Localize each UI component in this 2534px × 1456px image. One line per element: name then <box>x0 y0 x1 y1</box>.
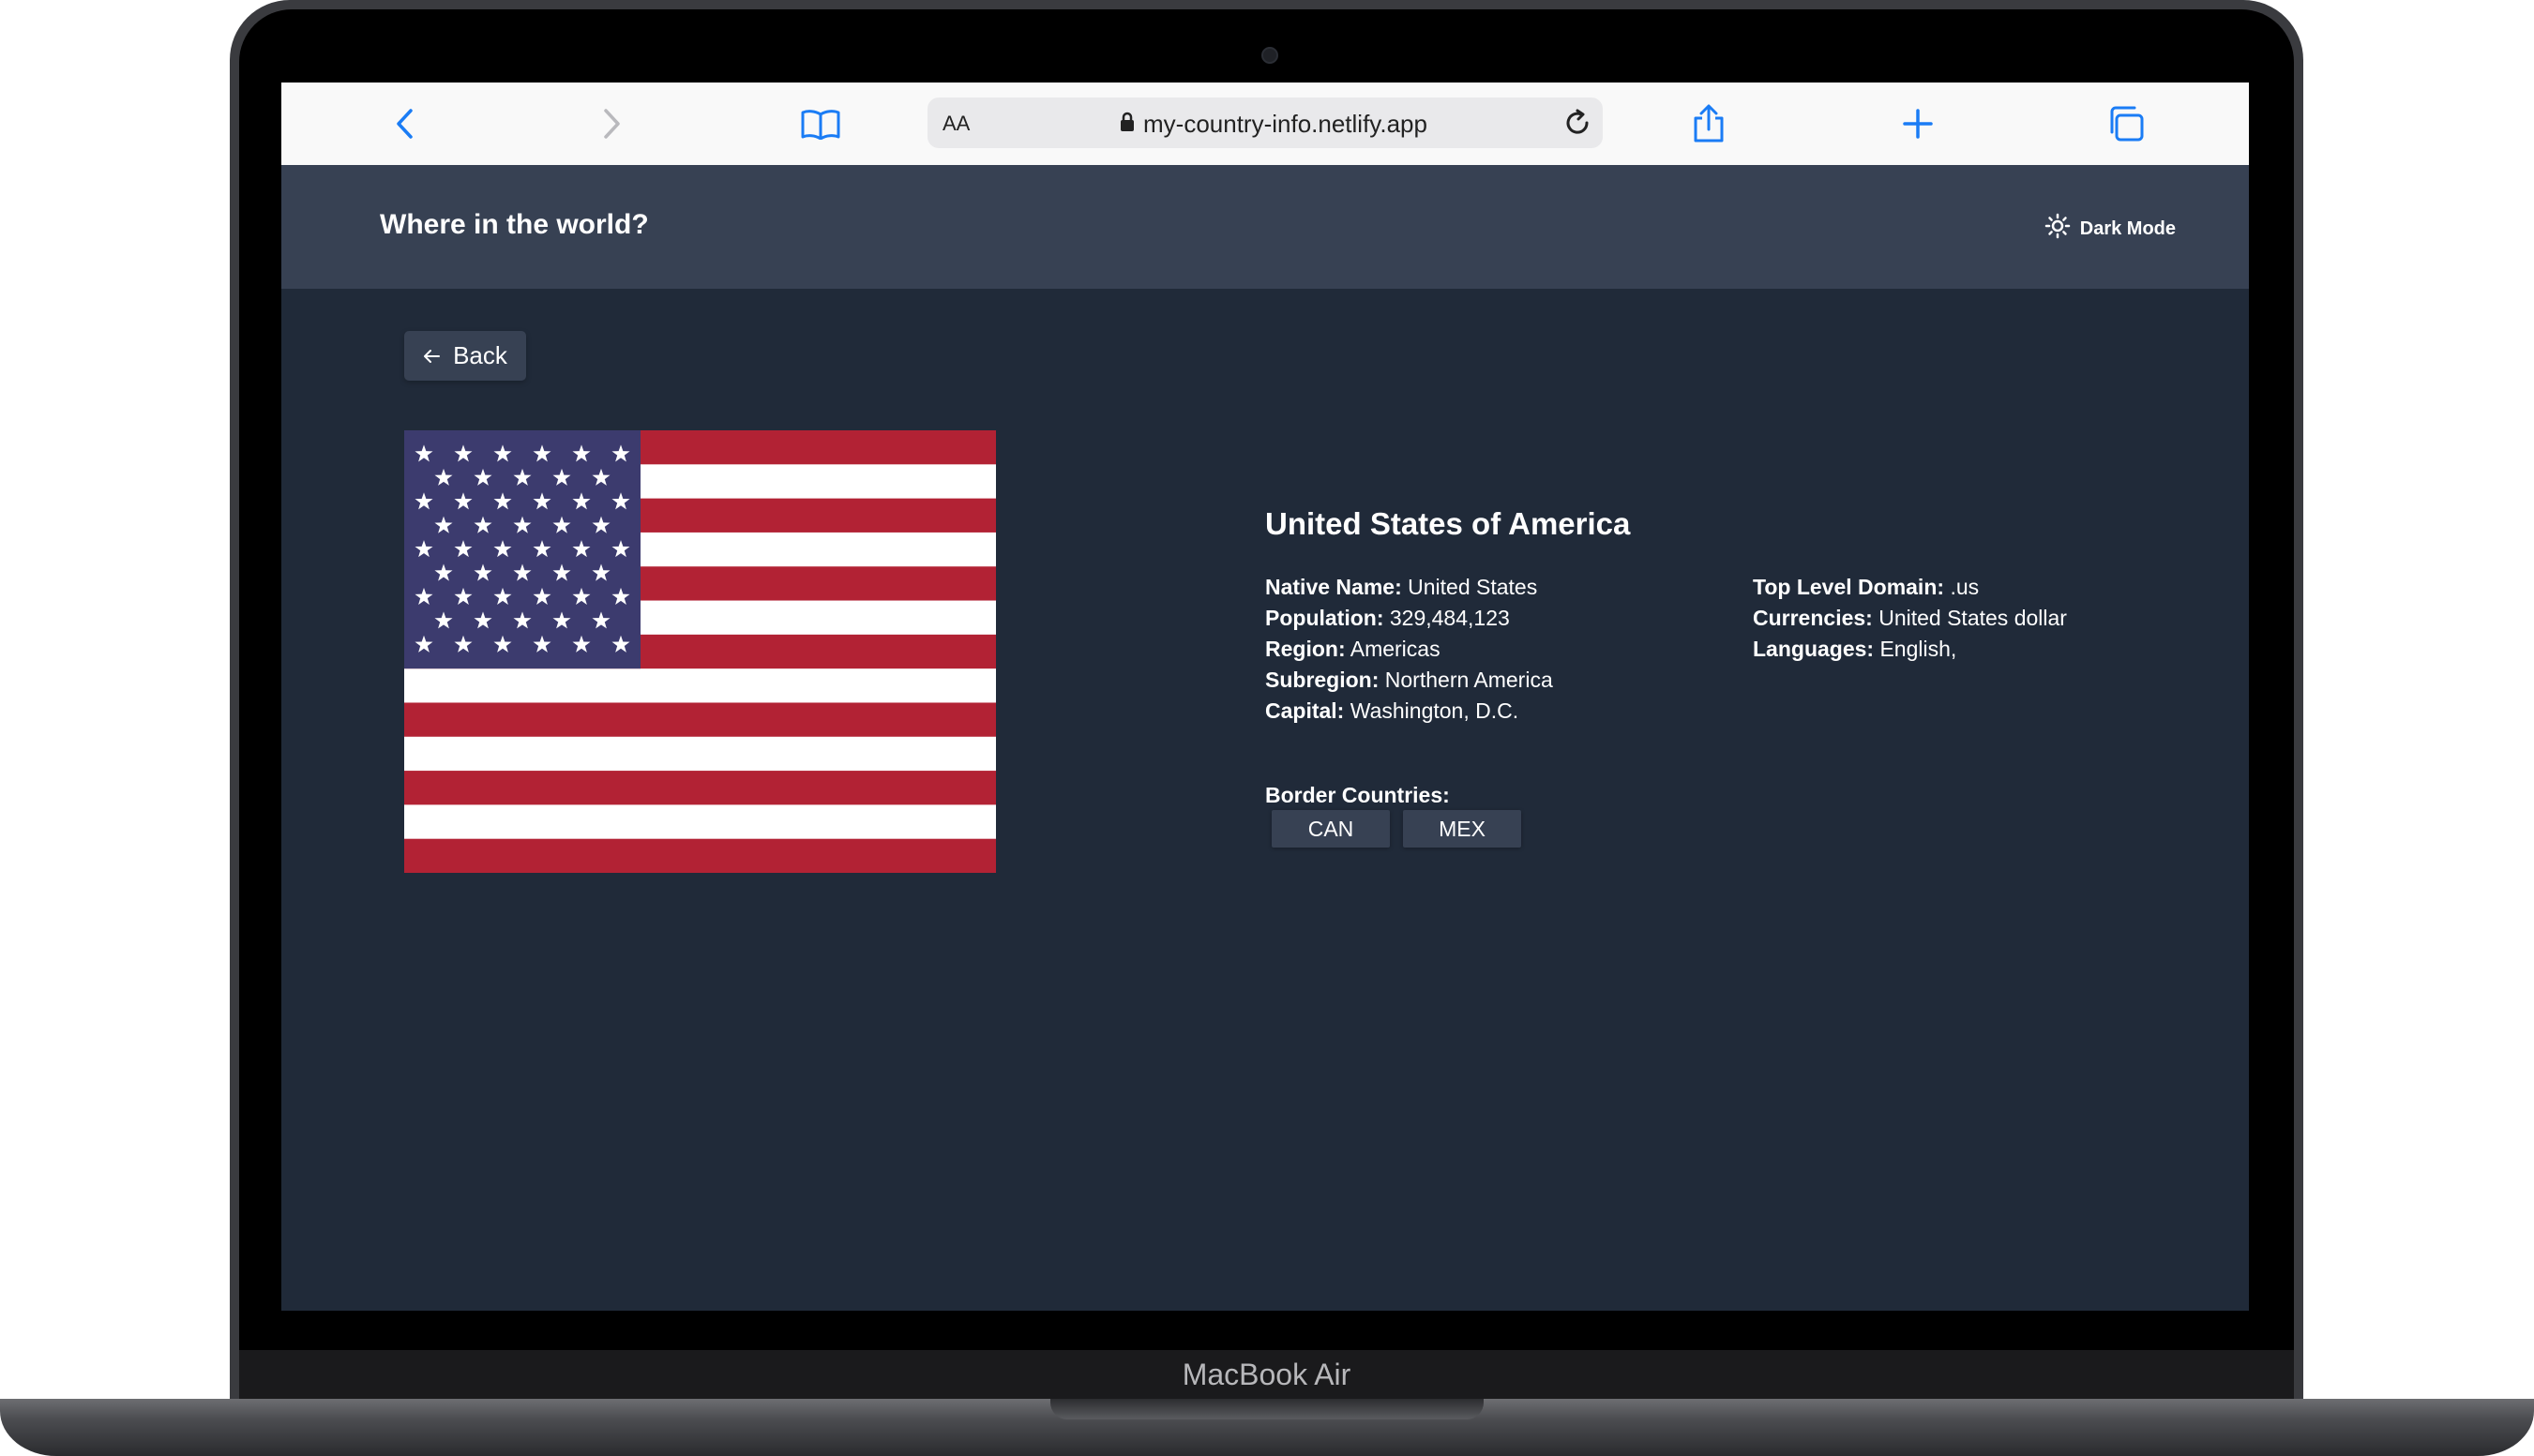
detail-column-right: Top Level Domain: .us Currencies: United… <box>1753 572 2109 665</box>
dark-mode-toggle[interactable]: Dark Mode <box>2044 213 2176 245</box>
population-row: Population: 329,484,123 <box>1265 603 1734 634</box>
field-value: Northern America <box>1384 668 1553 692</box>
country-name: United States of America <box>1265 506 1631 541</box>
camera-icon <box>1261 47 1278 64</box>
text-size-button[interactable]: AA <box>943 112 970 136</box>
capital-row: Capital: Washington, D.C. <box>1265 696 1734 727</box>
border-countries: Border Countries: CAN MEX <box>1265 783 1521 848</box>
detail-column-left: Native Name: United States Population: 3… <box>1265 572 1734 727</box>
subregion-row: Subregion: Northern America <box>1265 665 1734 696</box>
us-flag <box>404 430 996 874</box>
browser-toolbar: AA my-country-info.netlify.app <box>281 83 2249 166</box>
device-label: MacBook Air <box>239 1350 2294 1399</box>
field-value: Washington, D.C. <box>1350 698 1519 723</box>
field-label: Currencies: <box>1753 606 1873 630</box>
reload-icon[interactable] <box>1561 107 1593 143</box>
field-value: Americas <box>1350 637 1440 661</box>
back-button-label: Back <box>453 341 507 369</box>
field-label: Languages: <box>1753 637 1875 661</box>
native-name-row: Native Name: United States <box>1265 572 1734 603</box>
country-details: United States of America Native Name: Un… <box>1265 506 2109 848</box>
tld-row: Top Level Domain: .us <box>1753 572 2109 603</box>
app-title: Where in the world? <box>380 209 649 240</box>
currencies-row: Currencies: United States dollar <box>1753 603 2109 634</box>
border-countries-label: Border Countries: <box>1265 783 1450 807</box>
forward-icon[interactable] <box>591 103 632 144</box>
field-label: Region: <box>1265 637 1346 661</box>
dark-mode-label: Dark Mode <box>2079 218 2176 239</box>
languages-row: Languages: English, <box>1753 634 2109 665</box>
share-icon[interactable] <box>1688 103 1729 144</box>
field-value: 329,484,123 <box>1389 606 1510 630</box>
sun-icon <box>2044 213 2071 245</box>
field-label: Native Name: <box>1265 575 1402 599</box>
laptop-hinge-notch <box>1050 1399 1484 1419</box>
screen: AA my-country-info.netlify.app Where in … <box>281 83 2249 1311</box>
field-label: Population: <box>1265 606 1384 630</box>
field-value: United States dollar <box>1878 606 2067 630</box>
tabs-icon[interactable] <box>2106 103 2148 144</box>
back-button[interactable]: Back <box>404 331 526 381</box>
field-value: .us <box>1950 575 1980 599</box>
back-icon[interactable] <box>385 103 426 144</box>
arrow-left-icon <box>423 341 441 370</box>
bookmarks-icon[interactable] <box>800 103 841 144</box>
field-value: United States <box>1408 575 1538 599</box>
field-value: English, <box>1879 637 1957 661</box>
lock-icon <box>1119 111 1136 138</box>
field-label: Top Level Domain: <box>1753 575 1945 599</box>
new-tab-icon[interactable] <box>1897 103 1938 144</box>
region-row: Region: Americas <box>1265 634 1734 665</box>
app-header: Where in the world? Dark Mode <box>281 165 2249 289</box>
field-label: Subregion: <box>1265 668 1380 692</box>
url-text: my-country-info.netlify.app <box>1143 110 1427 138</box>
border-chip-can[interactable]: CAN <box>1272 810 1390 848</box>
border-chip-mex[interactable]: MEX <box>1403 810 1521 848</box>
address-bar[interactable]: AA my-country-info.netlify.app <box>928 98 1603 148</box>
field-label: Capital: <box>1265 698 1345 723</box>
